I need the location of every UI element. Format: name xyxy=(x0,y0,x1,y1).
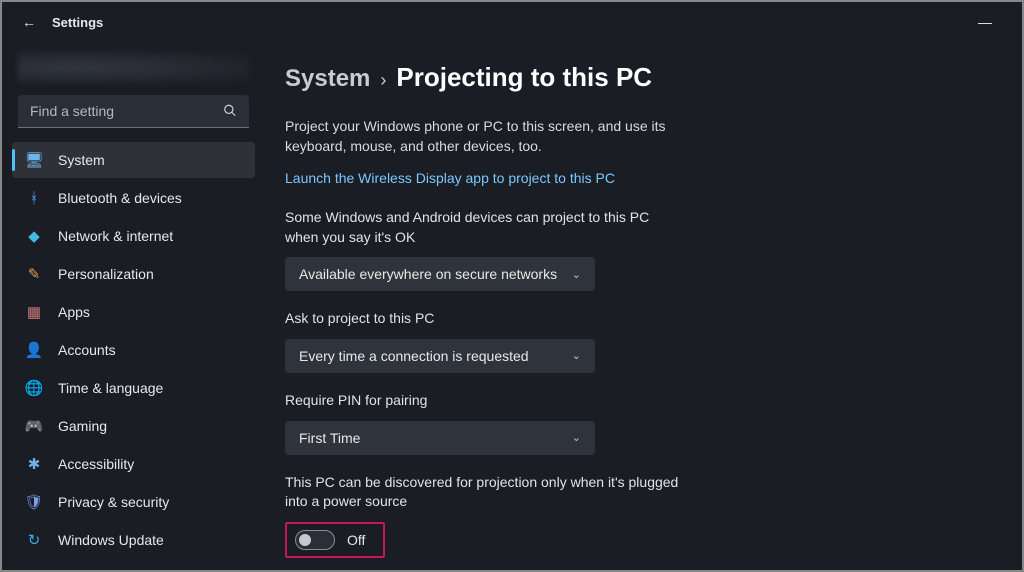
system-icon: 🖥 xyxy=(24,150,44,170)
setting-block-0: Some Windows and Android devices can pro… xyxy=(285,208,982,291)
setting-block-1: Ask to project to this PC Every time a co… xyxy=(285,309,982,373)
sidebar-item-label: Personalization xyxy=(58,266,154,282)
update-icon: ↻ xyxy=(24,530,44,550)
chevron-down-icon: ⌄ xyxy=(572,349,581,362)
app-title: Settings xyxy=(52,15,103,30)
bluetooth-icon: ᚼ xyxy=(24,188,44,208)
sidebar-item-privacy-security[interactable]: 🛡 Privacy & security xyxy=(12,484,255,520)
launch-wireless-display-link[interactable]: Launch the Wireless Display app to proje… xyxy=(285,170,615,186)
globe-icon: 🌐 xyxy=(24,378,44,398)
sidebar-item-time-language[interactable]: 🌐 Time & language xyxy=(12,370,255,406)
wifi-icon: ◆ xyxy=(24,226,44,246)
sidebar-item-label: Time & language xyxy=(58,380,163,396)
setting-block-2: Require PIN for pairing First Time ⌄ xyxy=(285,391,982,455)
brush-icon: ✎ xyxy=(24,264,44,284)
dropdown-value: Available everywhere on secure networks xyxy=(299,266,557,282)
sidebar-item-label: System xyxy=(58,152,105,168)
minimize-button[interactable]: — xyxy=(978,14,992,30)
apps-icon: ▦ xyxy=(24,302,44,322)
chevron-down-icon: ⌄ xyxy=(572,431,581,444)
sidebar-item-system[interactable]: 🖥 System xyxy=(12,142,255,178)
user-info-blurred xyxy=(18,52,249,83)
page-title: Projecting to this PC xyxy=(396,62,652,93)
search-input[interactable] xyxy=(18,95,249,128)
sidebar-item-label: Privacy & security xyxy=(58,494,169,510)
setting-dropdown-0[interactable]: Available everywhere on secure networks ⌄ xyxy=(285,257,595,291)
dropdown-value: Every time a connection is requested xyxy=(299,348,529,364)
sidebar-item-label: Accounts xyxy=(58,342,116,358)
sidebar-item-windows-update[interactable]: ↻ Windows Update xyxy=(12,522,255,558)
toggle-state-label: Off xyxy=(347,532,365,548)
back-button[interactable]: ← xyxy=(22,14,36,30)
sidebar: 🖥 System ᚼ Bluetooth & devices ◆ Network & in… xyxy=(2,42,265,570)
power-discovery-toggle[interactable] xyxy=(295,530,335,550)
shield-icon: 🛡 xyxy=(24,492,44,512)
chevron-down-icon: ⌄ xyxy=(572,268,581,281)
chevron-right-icon: › xyxy=(380,70,386,91)
sidebar-item-label: Gaming xyxy=(58,418,107,434)
sidebar-item-bluetooth-devices[interactable]: ᚼ Bluetooth & devices xyxy=(12,180,255,216)
sidebar-item-label: Network & internet xyxy=(58,228,173,244)
gamepad-icon: 🎮 xyxy=(24,416,44,436)
sidebar-item-apps[interactable]: ▦ Apps xyxy=(12,294,255,330)
accessibility-icon: ✱ xyxy=(24,454,44,474)
setting-label: Require PIN for pairing xyxy=(285,391,685,411)
power-discovery-toggle-row: Off xyxy=(285,522,385,558)
setting-dropdown-2[interactable]: First Time ⌄ xyxy=(285,421,595,455)
sidebar-item-accounts[interactable]: 👤 Accounts xyxy=(12,332,255,368)
sidebar-item-label: Apps xyxy=(58,304,90,320)
breadcrumb-parent[interactable]: System xyxy=(285,65,370,93)
breadcrumb: System › Projecting to this PC xyxy=(285,62,982,93)
toggle-knob xyxy=(299,534,311,546)
sidebar-item-accessibility[interactable]: ✱ Accessibility xyxy=(12,446,255,482)
page-description: Project your Windows phone or PC to this… xyxy=(285,117,685,156)
sidebar-item-personalization[interactable]: ✎ Personalization xyxy=(12,256,255,292)
main-content: System › Projecting to this PC Project y… xyxy=(265,42,1022,570)
nav-list: 🖥 System ᚼ Bluetooth & devices ◆ Network & in… xyxy=(12,142,255,560)
sidebar-item-label: Accessibility xyxy=(58,456,134,472)
search-icon xyxy=(223,103,237,120)
toggle-label: This PC can be discovered for projection… xyxy=(285,473,685,512)
sidebar-item-network-internet[interactable]: ◆ Network & internet xyxy=(12,218,255,254)
setting-label: Ask to project to this PC xyxy=(285,309,685,329)
sidebar-item-gaming[interactable]: 🎮 Gaming xyxy=(12,408,255,444)
setting-dropdown-1[interactable]: Every time a connection is requested ⌄ xyxy=(285,339,595,373)
sidebar-item-label: Bluetooth & devices xyxy=(58,190,182,206)
setting-label: Some Windows and Android devices can pro… xyxy=(285,208,685,247)
dropdown-value: First Time xyxy=(299,430,360,446)
sidebar-item-label: Windows Update xyxy=(58,532,164,548)
person-icon: 👤 xyxy=(24,340,44,360)
